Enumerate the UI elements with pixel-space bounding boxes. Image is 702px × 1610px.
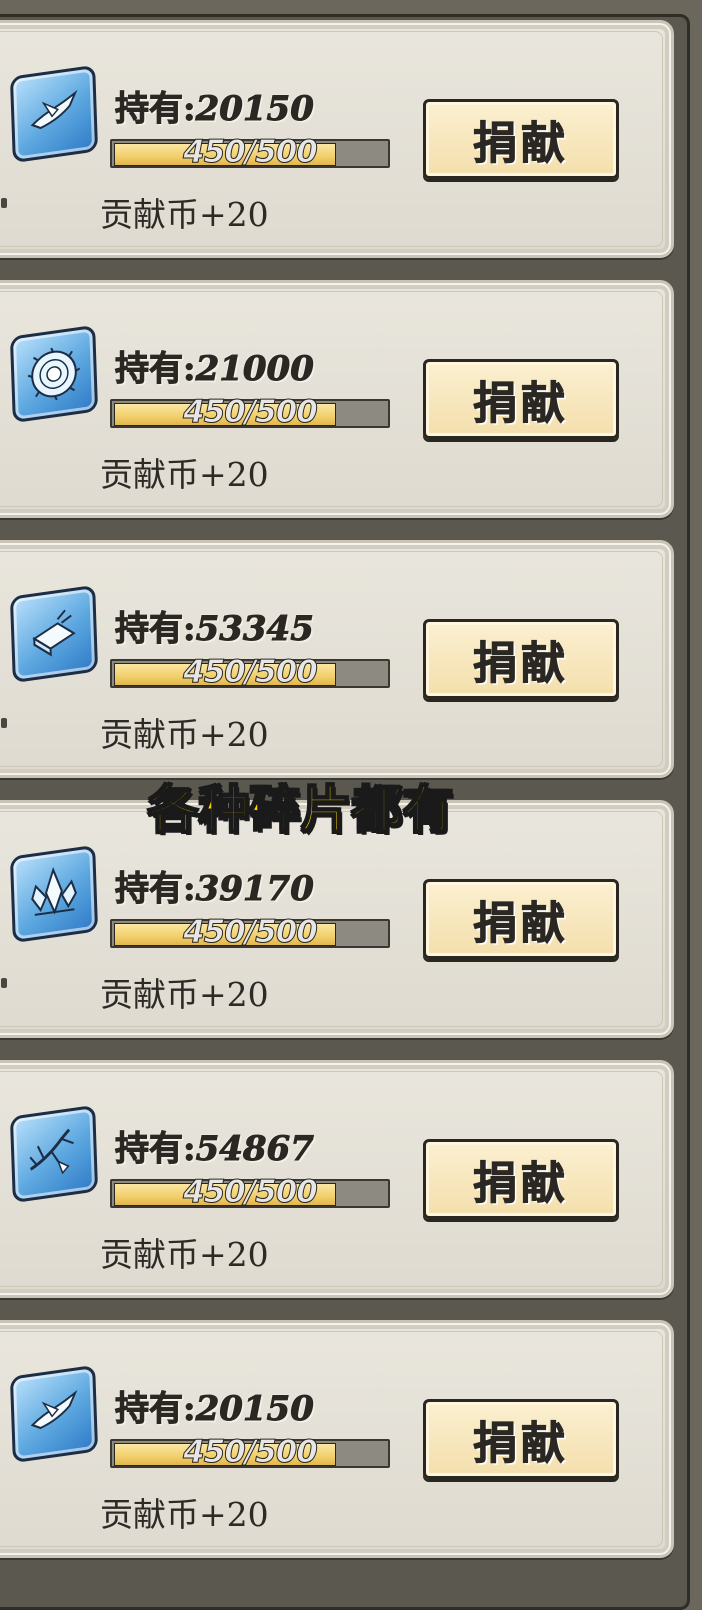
box-fragment-icon[interactable] [5,584,99,684]
fragment-card: 持有:20150 450/500 贡献币+20 捐献 [0,20,674,258]
donation-progress-bar: 450/500 [110,1434,390,1471]
reward-text: 贡献币+20 [100,975,269,1014]
fragment-card: 持有:21000 450/500 贡献币+20 捐献 [0,280,674,518]
progress-text: 450/500 [183,394,319,431]
owned-count: 持有:54867 [115,1129,315,1170]
ring-fragment-icon[interactable] [5,324,99,424]
crystal-fragment-icon[interactable] [5,844,99,944]
donate-button-label: 捐献 [473,1158,569,1210]
donate-button[interactable]: 捐献 [423,1139,619,1219]
owned-count: 持有:20150 [115,89,315,130]
reward-text: 贡献币+20 [100,715,269,754]
donate-button[interactable]: 捐献 [423,879,619,959]
owned-count: 持有:39170 [115,869,315,910]
reward-text: 贡献币+20 [100,1495,269,1534]
reward-text: 贡献币+20 [100,1235,269,1274]
donation-progress-bar: 450/500 [110,134,390,171]
donate-button-label: 捐献 [473,1418,569,1470]
owned-count: 持有:21000 [115,349,315,390]
card-edge-mark [1,978,7,988]
progress-text: 450/500 [183,1434,319,1471]
progress-text: 450/500 [183,1174,319,1211]
fragment-card: 持有:20150 450/500 贡献币+20 捐献 [0,1320,674,1558]
donate-button-label: 捐献 [473,898,569,950]
progress-text: 450/500 [183,134,319,171]
donation-progress-bar: 450/500 [110,1174,390,1211]
reward-text: 贡献币+20 [100,195,269,234]
donate-button[interactable]: 捐献 [423,1399,619,1479]
donation-progress-bar: 450/500 [110,654,390,691]
donate-button[interactable]: 捐献 [423,359,619,439]
card-edge-mark [1,718,7,728]
overlay-caption: 各种碎片都有 [147,780,454,840]
progress-text: 450/500 [183,914,319,951]
donate-button[interactable]: 捐献 [423,99,619,179]
donation-progress-bar: 450/500 [110,394,390,431]
reward-text: 贡献币+20 [100,455,269,494]
donate-button-label: 捐献 [473,638,569,690]
fragment-card: 持有:53345 450/500 贡献币+20 捐献 [0,540,674,778]
owned-count: 持有:20150 [115,1389,315,1430]
donate-button-label: 捐献 [473,378,569,430]
donate-button[interactable]: 捐献 [423,619,619,699]
bird-fragment-icon[interactable] [5,64,99,164]
donate-button-label: 捐献 [473,118,569,170]
progress-text: 450/500 [183,654,319,691]
branch-fragment-icon[interactable] [5,1104,99,1204]
owned-count: 持有:53345 [115,609,315,650]
donation-progress-bar: 450/500 [110,914,390,951]
bird-fragment-icon[interactable] [5,1364,99,1464]
fragment-card: 持有:54867 450/500 贡献币+20 捐献 [0,1060,674,1298]
card-edge-mark [1,198,7,208]
